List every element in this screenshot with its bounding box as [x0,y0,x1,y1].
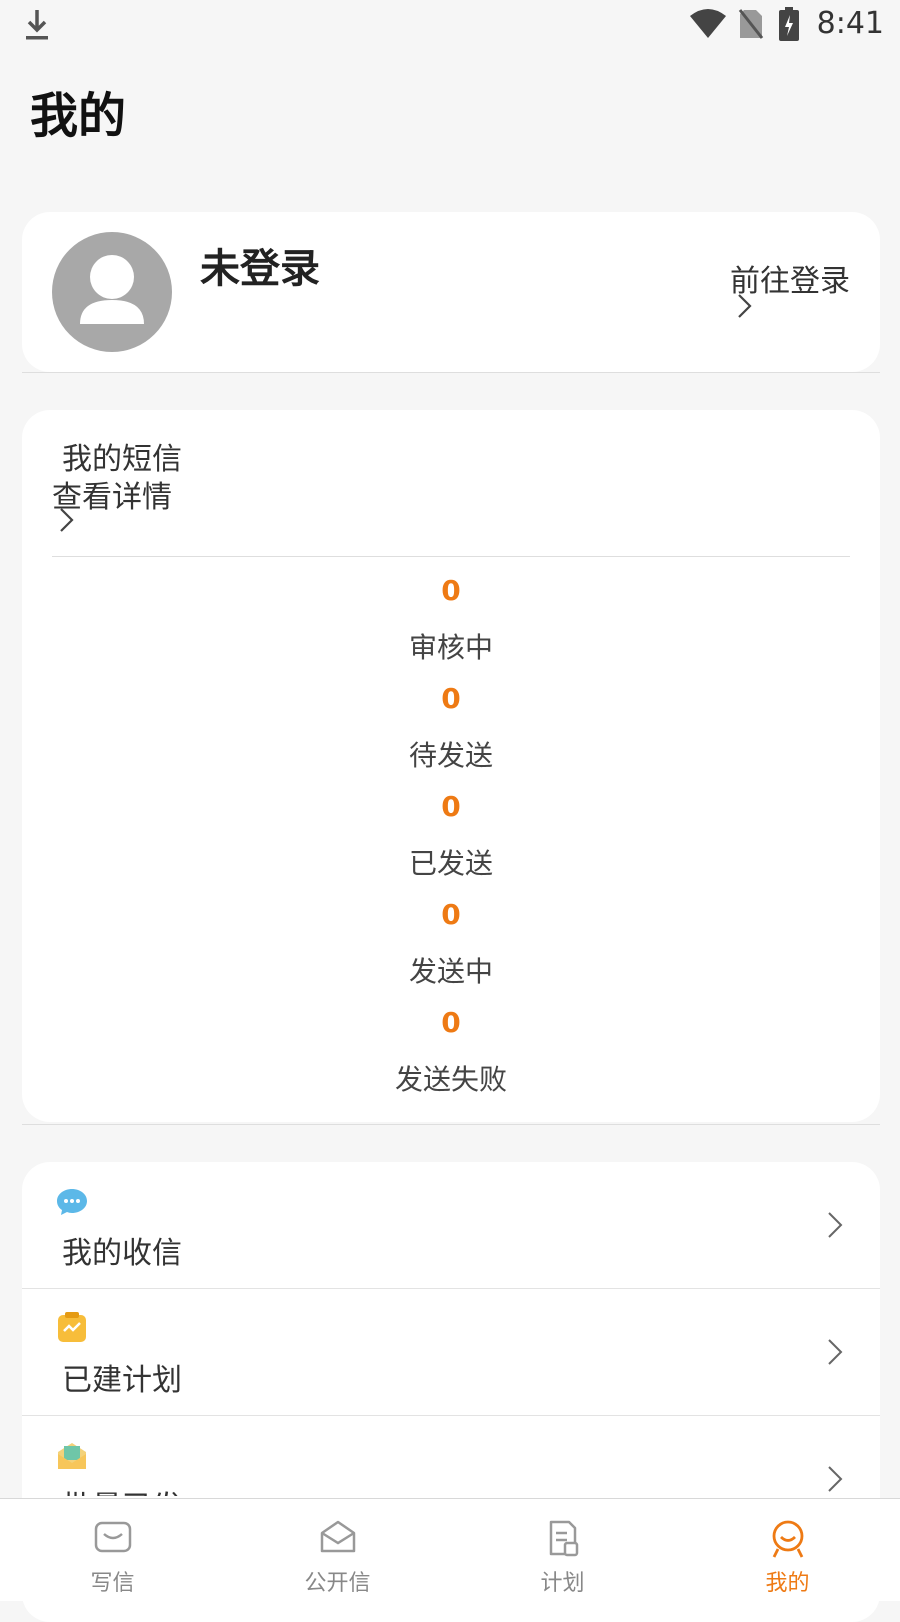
section-divider [22,372,880,373]
default-avatar-icon [80,255,144,324]
nav-item-write[interactable]: 写信 [0,1499,225,1601]
nav-item-mine[interactable]: 我的 [675,1499,900,1601]
profile-card[interactable]: 未登录 前往登录 [22,212,880,372]
stat-count-sent[interactable]: 0 [22,790,880,823]
stat-count-failed[interactable]: 0 [22,1006,880,1039]
user-icon [772,1520,803,1558]
stat-label-pending[interactable]: 待发送 [22,734,880,774]
chevron-right-icon [828,1339,843,1365]
chevron-right-icon[interactable] [58,506,76,534]
battery-icon [779,7,799,41]
menu-item-label: 我的收信 [62,1236,182,1271]
document-icon [549,1520,578,1557]
mail-icon [94,1521,131,1553]
menu-item-plans[interactable]: 已建计划 [22,1289,880,1415]
stat-label-sending[interactable]: 发送中 [22,950,880,990]
bottom-nav: 写信 公开信 计划 我的 [0,1498,900,1601]
clipboard-icon [58,1312,86,1342]
menu-item-label: 已建计划 [62,1363,182,1398]
chevron-right-icon[interactable] [736,292,754,320]
sms-divider [52,556,850,557]
avatar[interactable] [52,232,172,352]
no-sim-icon [738,9,764,39]
stat-count-pending[interactable]: 0 [22,682,880,715]
menu-item-label: 批量已发 [62,1482,182,1496]
status-bar: 8:41 [0,0,900,50]
nav-label: 写信 [90,1571,135,1596]
menu-item-batch-sent[interactable]: 批量已发 [22,1416,880,1496]
stat-label-reviewing[interactable]: 审核中 [22,626,880,666]
nav-label: 公开信 [304,1571,371,1596]
page-title: 我的 [30,88,127,144]
nav-item-public-letter[interactable]: 公开信 [225,1499,450,1601]
section-divider [22,1124,880,1125]
stat-label-sent[interactable]: 已发送 [22,842,880,882]
chat-bubble-icon [57,1189,87,1215]
stat-count-reviewing[interactable]: 0 [22,574,880,607]
open-envelope-icon [320,1520,355,1553]
chevron-right-icon [828,1466,843,1492]
download-icon [26,10,48,40]
sms-card: 我的短信 查看详情 0 审核中 0 待发送 0 已发送 0 发送中 0 发送失败 [22,410,880,1122]
nav-label: 计划 [540,1571,585,1596]
stat-label-failed[interactable]: 发送失败 [22,1058,880,1098]
envelope-icon [58,1443,86,1469]
profile-name: 未登录 [200,246,320,292]
nav-item-plan[interactable]: 计划 [450,1499,675,1601]
wifi-icon [690,9,726,38]
stat-count-sending[interactable]: 0 [22,898,880,931]
menu-item-inbox[interactable]: 我的收信 [22,1162,880,1288]
nav-label: 我的 [765,1571,810,1596]
chevron-right-icon [828,1212,843,1238]
status-time: 8:41 [816,6,884,41]
